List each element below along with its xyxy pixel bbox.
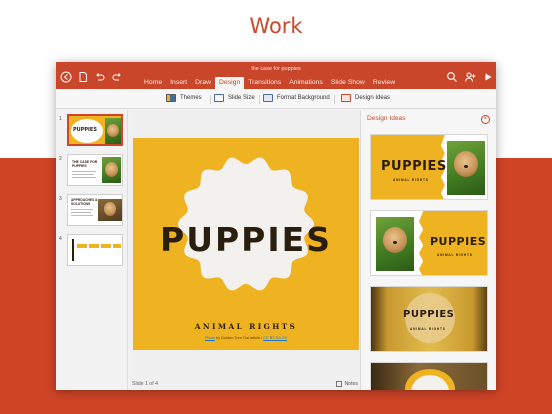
design-dog-photo <box>447 141 485 195</box>
design-subtitle: ANIMAL RIGHTS <box>410 327 446 331</box>
design-ideas-header: Design Ideas <box>367 115 406 122</box>
redo-icon[interactable] <box>111 71 123 83</box>
slide-editor: PUPPIES ANIMAL RIGHTS Photo by Golden Tr… <box>129 110 360 390</box>
design-dog-photo <box>376 217 414 271</box>
divider <box>334 95 335 104</box>
tab-transitions[interactable]: Transitions <box>244 77 285 89</box>
thumbnail-number: 2 <box>59 156 62 162</box>
slide-thumbnail-pane: 1 PUPPIES 2 THE CASE FOR PUPPIES 3 APPRO… <box>56 110 128 390</box>
thumbnail-row-4[interactable]: 4 <box>59 234 123 266</box>
thumb-dog-photo <box>98 199 122 221</box>
thumbnail-row-2[interactable]: 2 THE CASE FOR PUPPIES <box>59 154 123 186</box>
notes-button[interactable]: Notes <box>336 381 358 387</box>
tab-slide-show[interactable]: Slide Show <box>327 77 369 89</box>
thumbnail-number: 4 <box>59 236 62 242</box>
design-ideas-icon <box>341 94 351 102</box>
design-subtitle: ANIMAL RIGHTS <box>393 178 429 182</box>
tab-home[interactable]: Home <box>140 77 166 89</box>
thumbnail-number: 1 <box>59 116 62 122</box>
slide-size-label: Slide Size <box>228 95 255 101</box>
divider <box>259 95 260 104</box>
design-idea-2[interactable]: PUPPIES ANIMAL RIGHTS <box>370 210 488 276</box>
tab-animations[interactable]: Animations <box>285 77 327 89</box>
slide-thumbnail-4[interactable] <box>67 234 123 266</box>
slide-thumbnail-2[interactable]: THE CASE FOR PUPPIES <box>67 154 123 186</box>
design-title: PUPPIES <box>430 235 487 248</box>
design-ribbon: Themes Slide Size Format Background Desi… <box>56 89 496 109</box>
notes-label: Notes <box>344 381 358 387</box>
design-ideas-pane: Design Ideas × PUPPIES ANIMAL RIGHTS PUP… <box>360 110 496 390</box>
thumb-dog-photo <box>105 118 121 144</box>
thumb-title: APPROACHES & SOLUTIONS <box>71 198 98 206</box>
undo-icon[interactable] <box>94 71 106 83</box>
slide-thumbnail-1[interactable]: PUPPIES <box>67 114 123 146</box>
slide-thumbnail-3[interactable]: APPROACHES & SOLUTIONS <box>67 194 123 226</box>
add-person-icon[interactable] <box>464 71 476 83</box>
design-title: PUPPIES <box>403 309 455 320</box>
design-ideas-label: Design Ideas <box>355 95 391 101</box>
notes-icon <box>336 381 343 387</box>
tab-insert[interactable]: Insert <box>166 77 191 89</box>
design-idea-1[interactable]: PUPPIES ANIMAL RIGHTS <box>370 134 488 200</box>
tab-draw[interactable]: Draw <box>191 77 215 89</box>
themes-label: Themes <box>180 95 202 101</box>
design-ideas-button[interactable]: Design Ideas <box>341 94 390 102</box>
design-subtitle: ANIMAL RIGHTS <box>437 253 473 257</box>
slide-size-button[interactable]: Slide Size <box>214 94 255 102</box>
credit-text: by Golden Tree Gal article / <box>214 336 264 340</box>
themes-icon <box>166 94 176 102</box>
format-background-icon <box>263 94 273 102</box>
hero-title: Work <box>249 14 303 38</box>
photo-link[interactable]: Photo <box>205 336 215 340</box>
thumb-title: THE CASE FOR PUPPIES <box>72 160 98 168</box>
themes-button[interactable]: Themes <box>166 94 202 102</box>
format-background-label: Format Background <box>277 95 330 101</box>
ribbon-tabs: Home Insert Draw Design Transitions Anim… <box>140 77 399 89</box>
search-icon[interactable] <box>446 71 458 83</box>
file-icon[interactable] <box>77 71 89 83</box>
slide-size-icon <box>214 94 224 102</box>
close-icon[interactable]: × <box>481 115 490 124</box>
thumb-dog-photo <box>102 157 121 183</box>
design-idea-3[interactable]: PUPPIES ANIMAL RIGHTS <box>370 286 488 352</box>
design-title: PUPPIES <box>381 159 447 174</box>
slide-counter: Slide 1 of 4 <box>132 381 158 387</box>
slide-title[interactable]: PUPPIES <box>133 220 359 259</box>
divider <box>210 95 211 104</box>
title-bar: the case for puppies Home Insert Draw De… <box>56 62 496 89</box>
thumbnail-row-1[interactable]: 1 PUPPIES <box>59 114 123 146</box>
current-slide[interactable]: PUPPIES ANIMAL RIGHTS Photo by Golden Tr… <box>133 138 359 350</box>
back-arrow-icon[interactable] <box>60 71 72 83</box>
license-link[interactable]: CC BY-SA 2.0 <box>263 336 287 340</box>
tab-design[interactable]: Design <box>215 77 245 89</box>
tab-review[interactable]: Review <box>369 77 399 89</box>
play-icon[interactable] <box>482 71 494 83</box>
design-idea-4[interactable] <box>370 362 488 390</box>
thumbnail-number: 3 <box>59 196 62 202</box>
thumbnail-row-3[interactable]: 3 APPROACHES & SOLUTIONS <box>59 194 123 226</box>
thumb-title: PUPPIES <box>73 127 97 133</box>
powerpoint-window: the case for puppies Home Insert Draw De… <box>56 62 496 390</box>
slide-subtitle[interactable]: ANIMAL RIGHTS <box>133 322 359 331</box>
photo-credit: Photo by Golden Tree Gal article / CC BY… <box>133 336 359 340</box>
format-background-button[interactable]: Format Background <box>263 94 330 102</box>
